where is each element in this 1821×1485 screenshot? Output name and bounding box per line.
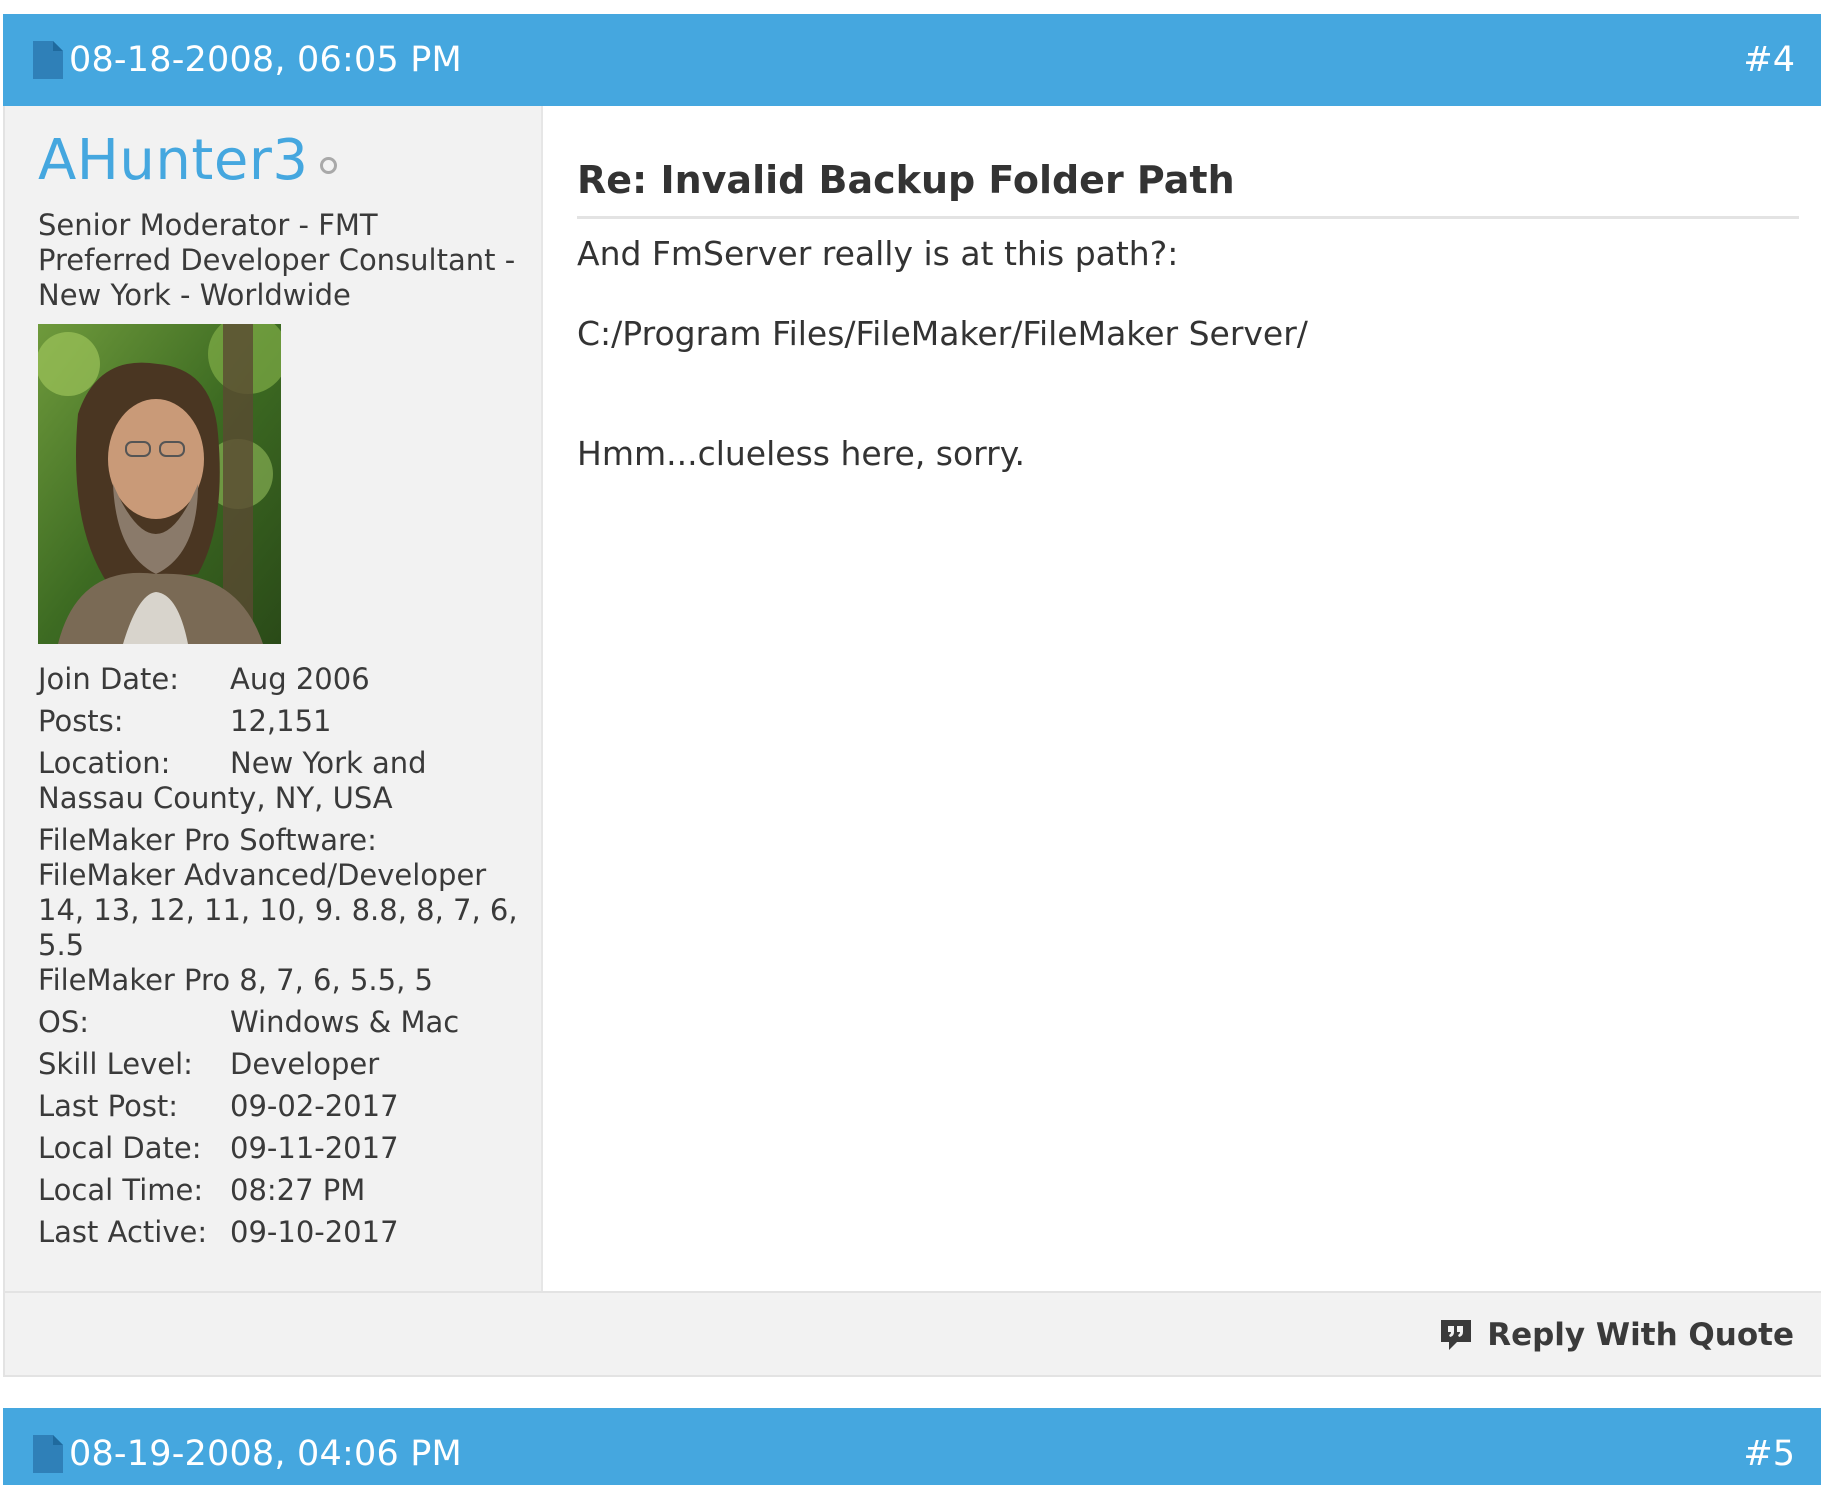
last-active-row: Last Active: 09-10-2017: [38, 1215, 518, 1250]
software-value-line: FileMaker Pro 8, 7, 6, 5.5, 5: [38, 963, 433, 997]
last-active-label: Last Active:: [38, 1215, 208, 1249]
quote-bubble-icon: [1441, 1320, 1472, 1350]
post-header: 08-19-2008, 04:06 PM #5: [3, 1408, 1821, 1485]
os-row: OS: Windows & Mac: [38, 1005, 518, 1040]
post-footer: Reply With Quote: [3, 1291, 1821, 1377]
local-date-value: 09-11-2017: [230, 1131, 399, 1165]
skill-level-value: Developer: [230, 1047, 380, 1081]
reply-with-quote-button[interactable]: Reply With Quote: [1439, 1293, 1794, 1377]
os-label: OS:: [38, 1005, 90, 1039]
os-value: Windows & Mac: [230, 1005, 460, 1039]
location-label: Location:: [38, 746, 171, 780]
offline-status-icon: [320, 157, 338, 174]
join-date-value: Aug 2006: [230, 662, 370, 696]
username-link[interactable]: AHunter3: [38, 128, 308, 193]
post-content: Re: Invalid Backup Folder Path And FmSer…: [543, 106, 1821, 1291]
user-avatar[interactable]: [38, 324, 281, 644]
posts-value: 12,151: [230, 704, 332, 738]
local-time-row: Local Time: 08:27 PM: [38, 1173, 518, 1208]
forum-thread-page: 08-18-2008, 06:05 PM #4 AHunter3 Senior …: [0, 0, 1821, 1485]
last-post-label: Last Post:: [38, 1089, 179, 1123]
location-row: Location: New York and Nassau County, NY,…: [38, 746, 518, 816]
local-time-label: Local Time:: [38, 1173, 204, 1207]
join-date-label: Join Date:: [38, 662, 180, 696]
post-date-group: 08-18-2008, 06:05 PM: [33, 14, 462, 106]
software-row: FileMaker Pro Software: FileMaker Advanc…: [38, 823, 518, 998]
user-info-list: Join Date: Aug 2006 Posts: 12,151 Locati…: [38, 662, 518, 1257]
last-active-value: 09-10-2017: [230, 1215, 399, 1249]
local-date-label: Local Date:: [38, 1131, 202, 1165]
post-header: 08-18-2008, 06:05 PM #4: [3, 14, 1821, 106]
post-body: AHunter3 Senior Moderator - FMT Preferre…: [3, 106, 1821, 1291]
software-value-line: FileMaker Advanced/Developer: [38, 858, 487, 892]
last-post-row: Last Post: 09-02-2017: [38, 1089, 518, 1124]
post-date-group: 08-19-2008, 04:06 PM: [33, 1408, 462, 1485]
skill-level-row: Skill Level: Developer: [38, 1047, 518, 1082]
post-permalink-number[interactable]: #5: [1743, 1408, 1795, 1485]
document-icon: [33, 41, 63, 79]
message-line: Hmm...clueless here, sorry.: [577, 434, 1026, 473]
skill-level-label: Skill Level:: [38, 1047, 193, 1081]
post-date: 08-18-2008, 06:05 PM: [69, 40, 462, 80]
join-date-row: Join Date: Aug 2006: [38, 662, 518, 697]
software-label: FileMaker Pro Software:: [38, 823, 377, 857]
post-permalink-number[interactable]: #4: [1743, 14, 1795, 106]
posts-label: Posts:: [38, 704, 124, 738]
last-post-value: 09-02-2017: [230, 1089, 399, 1123]
message-line: C:/Program Files/FileMaker/FileMaker Ser…: [577, 314, 1308, 353]
software-value-line: 14, 13, 12, 11, 10, 9. 8.8, 8, 7, 6, 5.5: [38, 893, 518, 962]
reply-with-quote-label: Reply With Quote: [1487, 1317, 1794, 1353]
document-icon: [33, 1435, 63, 1473]
user-title: Senior Moderator - FMT Preferred Develop…: [38, 208, 516, 312]
local-time-value: 08:27 PM: [230, 1173, 366, 1207]
post-date: 08-19-2008, 04:06 PM: [69, 1434, 462, 1474]
username-row: AHunter3: [38, 128, 338, 193]
user-info-sidebar: AHunter3 Senior Moderator - FMT Preferre…: [5, 106, 543, 1291]
posts-row: Posts: 12,151: [38, 704, 518, 739]
message-line: And FmServer really is at this path?:: [577, 234, 1179, 273]
local-date-row: Local Date: 09-11-2017: [38, 1131, 518, 1166]
post-title: Re: Invalid Backup Folder Path: [577, 158, 1799, 219]
